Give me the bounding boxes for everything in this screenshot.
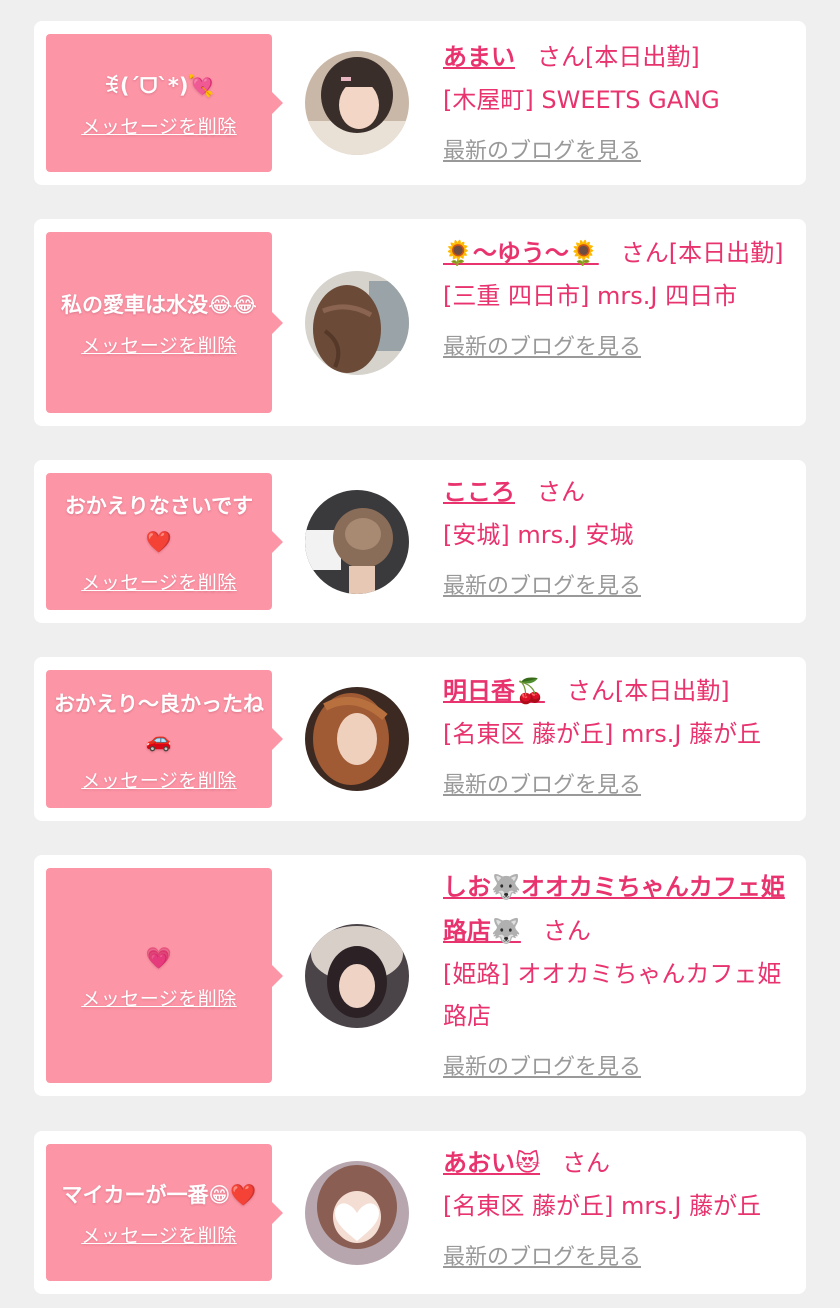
- girl-name-link[interactable]: しお🐺オオカミちゃんカフェ姫路店🐺: [443, 873, 785, 945]
- message-bubble: おかえり〜良かったね🚗 メッセージを削除: [46, 670, 283, 808]
- name-line: 明日香🍒 さん[本日出勤]: [443, 669, 792, 713]
- latest-blog-link[interactable]: 最新のブログを見る: [443, 1239, 641, 1271]
- delete-message-link[interactable]: メッセージを削除: [81, 331, 237, 358]
- delete-message-link[interactable]: メッセージを削除: [81, 112, 237, 139]
- list-item: マイカーが一番😁❤️ メッセージを削除 あおい😻 さん [名東区 藤が丘] mrs…: [34, 1131, 806, 1294]
- girl-info: あおい😻 さん [名東区 藤が丘] mrs.J 藤が丘 最新のブログを見る: [443, 1141, 792, 1271]
- san-label: さん: [566, 677, 615, 705]
- shop-text: [三重 四日市] mrs.J 四日市: [443, 282, 738, 310]
- san-label: さん: [542, 917, 591, 945]
- avatar[interactable]: [305, 924, 409, 1028]
- girl-name-link[interactable]: 明日香🍒: [443, 677, 545, 705]
- delete-message-link[interactable]: メッセージを削除: [81, 1221, 237, 1248]
- list-item: 💗 メッセージを削除 しお🐺オオカミちゃんカフェ姫路店🐺 さん [姫路] オオカミ…: [34, 855, 806, 1096]
- avatar-photo-icon: [305, 271, 409, 375]
- san-label: さん: [537, 43, 585, 71]
- name-line: しお🐺オオカミちゃんカフェ姫路店🐺 さん: [443, 865, 792, 953]
- avatar[interactable]: [305, 271, 409, 375]
- avatar[interactable]: [305, 687, 409, 791]
- avatar[interactable]: [305, 51, 409, 155]
- name-line: こころ さん: [443, 470, 792, 514]
- status-text: [本日出勤]: [614, 677, 730, 705]
- name-line: あおい😻 さん: [443, 1141, 792, 1185]
- message-text: マイカーが一番😁❤️: [61, 1183, 257, 1207]
- girl-name-link[interactable]: こころ: [443, 478, 515, 506]
- message-list: ꉂ(ˊᗜˋ*)💘 メッセージを削除 あまい さん[本日出勤] [木屋町] SWEE…: [0, 0, 840, 1308]
- avatar-photo-icon: [305, 51, 409, 155]
- shop-text: [姫路] オオカミちゃんカフェ姫路店: [443, 960, 782, 1030]
- message-text: ꉂ(ˊᗜˋ*)💘: [103, 73, 215, 98]
- shop-text: [名東区 藤が丘] mrs.J 藤が丘: [443, 720, 762, 748]
- latest-blog-link[interactable]: 最新のブログを見る: [443, 133, 641, 165]
- girl-info: あまい さん[本日出勤] [木屋町] SWEETS GANG 最新のブログを見る: [443, 35, 792, 165]
- delete-message-link[interactable]: メッセージを削除: [81, 766, 237, 793]
- message-bubble: 私の愛車は水没😂😂 メッセージを削除: [46, 232, 283, 413]
- name-line: 🌻〜ゆう〜🌻 さん[本日出勤]: [443, 231, 792, 275]
- status-text: [本日出勤]: [668, 239, 784, 267]
- san-label: さん: [562, 1149, 611, 1177]
- avatar-photo-icon: [305, 1161, 409, 1265]
- latest-blog-link[interactable]: 最新のブログを見る: [443, 329, 641, 361]
- girl-name-link[interactable]: 🌻〜ゆう〜🌻: [443, 239, 599, 267]
- girl-info: しお🐺オオカミちゃんカフェ姫路店🐺 さん [姫路] オオカミちゃんカフェ姫路店 最…: [443, 865, 792, 1081]
- latest-blog-link[interactable]: 最新のブログを見る: [443, 568, 641, 600]
- delete-message-link[interactable]: メッセージを削除: [81, 568, 237, 595]
- message-text: 私の愛車は水没😂😂: [60, 293, 258, 317]
- message-bubble: マイカーが一番😁❤️ メッセージを削除: [46, 1144, 283, 1281]
- status-text: [本日出勤]: [585, 43, 700, 71]
- san-label: さん: [537, 478, 585, 506]
- girl-info: 明日香🍒 さん[本日出勤] [名東区 藤が丘] mrs.J 藤が丘 最新のブログを…: [443, 669, 792, 799]
- shop-text: [名東区 藤が丘] mrs.J 藤が丘: [443, 1192, 762, 1220]
- delete-message-link[interactable]: メッセージを削除: [81, 984, 237, 1011]
- avatar[interactable]: [305, 1161, 409, 1265]
- message-text: おかえりなさいです❤️: [64, 494, 254, 554]
- latest-blog-link[interactable]: 最新のブログを見る: [443, 1049, 641, 1081]
- message-bubble: 💗 メッセージを削除: [46, 868, 283, 1083]
- list-item: おかえりなさいです❤️ メッセージを削除 こころ さん [安城] mrs.J 安城…: [34, 460, 806, 623]
- avatar-photo-icon: [305, 490, 409, 594]
- list-item: おかえり〜良かったね🚗 メッセージを削除 明日香🍒 さん[本日出勤] [名東区 藤…: [34, 657, 806, 821]
- avatar-photo-icon: [305, 687, 409, 791]
- girl-info: こころ さん [安城] mrs.J 安城 最新のブログを見る: [443, 470, 792, 600]
- message-text: おかえり〜良かったね🚗: [54, 691, 264, 752]
- avatar[interactable]: [305, 490, 409, 594]
- message-bubble: おかえりなさいです❤️ メッセージを削除: [46, 473, 283, 610]
- shop-text: [安城] mrs.J 安城: [443, 521, 634, 549]
- list-item: ꉂ(ˊᗜˋ*)💘 メッセージを削除 あまい さん[本日出勤] [木屋町] SWEE…: [34, 21, 806, 185]
- girl-name-link[interactable]: あまい: [443, 43, 515, 71]
- list-item: 私の愛車は水没😂😂 メッセージを削除 🌻〜ゆう〜🌻 さん[本日出勤] [三重 四日…: [34, 219, 806, 426]
- message-bubble: ꉂ(ˊᗜˋ*)💘 メッセージを削除: [46, 34, 283, 172]
- latest-blog-link[interactable]: 最新のブログを見る: [443, 767, 641, 799]
- message-text: 💗: [145, 946, 173, 970]
- shop-text: [木屋町] SWEETS GANG: [443, 86, 720, 114]
- girl-info: 🌻〜ゆう〜🌻 さん[本日出勤] [三重 四日市] mrs.J 四日市 最新のブログ…: [443, 231, 792, 361]
- san-label: さん: [620, 239, 669, 267]
- avatar-photo-icon: [305, 924, 409, 1028]
- name-line: あまい さん[本日出勤]: [443, 35, 792, 79]
- girl-name-link[interactable]: あおい😻: [443, 1149, 540, 1177]
